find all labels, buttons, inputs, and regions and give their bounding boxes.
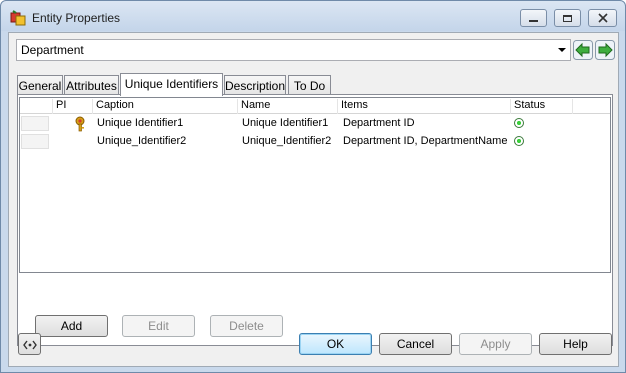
close-icon bbox=[597, 13, 608, 23]
maximize-button[interactable] bbox=[554, 9, 581, 27]
unique-identifiers-panel: PI Caption Name Items Status Unique Iden… bbox=[17, 94, 613, 346]
row-caption: Unique_Identifier2 bbox=[97, 135, 187, 147]
unique-identifiers-grid[interactable]: PI Caption Name Items Status Unique Iden… bbox=[19, 97, 611, 273]
row-selector[interactable] bbox=[21, 134, 49, 149]
column-header-name[interactable]: Name bbox=[238, 99, 338, 114]
minimize-icon bbox=[529, 20, 538, 22]
table-row[interactable]: Unique_Identifier2 Unique_Identifier2 De… bbox=[20, 133, 610, 151]
entity-app-icon bbox=[10, 10, 26, 26]
tab-to-do-label: To Do bbox=[293, 79, 326, 93]
column-header-pi[interactable]: PI bbox=[53, 99, 93, 114]
minimize-button[interactable] bbox=[520, 9, 547, 27]
table-row[interactable]: Unique Identifier1 Unique Identifier1 De… bbox=[20, 115, 610, 133]
previous-entity-button[interactable] bbox=[573, 40, 593, 60]
row-items: Department ID, DepartmentName bbox=[343, 135, 508, 147]
tab-unique-identifiers-label: Unique Identifiers bbox=[124, 77, 219, 91]
edit-button[interactable]: Edit bbox=[122, 315, 195, 337]
status-ok-icon bbox=[514, 136, 524, 146]
entity-select[interactable]: Department bbox=[16, 39, 571, 61]
row-selector[interactable] bbox=[21, 116, 49, 131]
code-tag-icon bbox=[22, 340, 37, 350]
dialog-body: Department General Attributes Unique Ide… bbox=[8, 32, 619, 367]
entity-properties-window: Entity Properties Department General Att… bbox=[0, 0, 626, 373]
tab-attributes-label: Attributes bbox=[66, 79, 117, 93]
next-entity-button[interactable] bbox=[595, 40, 615, 60]
key-icon bbox=[75, 116, 85, 132]
status-ok-icon bbox=[514, 118, 524, 128]
window-title: Entity Properties bbox=[32, 11, 121, 25]
column-header-caption[interactable]: Caption bbox=[93, 99, 238, 114]
column-header-status[interactable]: Status bbox=[511, 99, 573, 114]
entity-select-value: Department bbox=[21, 43, 84, 57]
close-button[interactable] bbox=[588, 9, 617, 27]
tab-to-do[interactable]: To Do bbox=[288, 75, 331, 95]
ok-button[interactable]: OK bbox=[299, 333, 372, 355]
tab-unique-identifiers[interactable]: Unique Identifiers bbox=[120, 73, 223, 96]
tab-description[interactable]: Description bbox=[224, 75, 286, 95]
maximize-icon bbox=[563, 14, 572, 22]
row-name: Unique_Identifier2 bbox=[242, 135, 332, 147]
help-button[interactable]: Help bbox=[539, 333, 612, 355]
row-items: Department ID bbox=[343, 117, 415, 129]
row-caption: Unique Identifier1 bbox=[97, 117, 184, 129]
title-bar[interactable]: Entity Properties bbox=[1, 1, 625, 33]
chevron-down-icon[interactable] bbox=[558, 48, 566, 52]
apply-button[interactable]: Apply bbox=[459, 333, 532, 355]
column-header-selector bbox=[20, 99, 53, 114]
row-name: Unique Identifier1 bbox=[242, 117, 329, 129]
column-header-items[interactable]: Items bbox=[338, 99, 511, 114]
tab-general[interactable]: General bbox=[17, 75, 63, 95]
delete-button[interactable]: Delete bbox=[210, 315, 283, 337]
grid-header: PI Caption Name Items Status bbox=[20, 98, 610, 114]
tab-description-label: Description bbox=[225, 79, 286, 93]
tab-attributes[interactable]: Attributes bbox=[64, 75, 119, 95]
tab-general-label: General bbox=[18, 79, 62, 93]
code-view-button[interactable] bbox=[18, 333, 41, 355]
cancel-button[interactable]: Cancel bbox=[379, 333, 452, 355]
add-button[interactable]: Add bbox=[35, 315, 108, 337]
